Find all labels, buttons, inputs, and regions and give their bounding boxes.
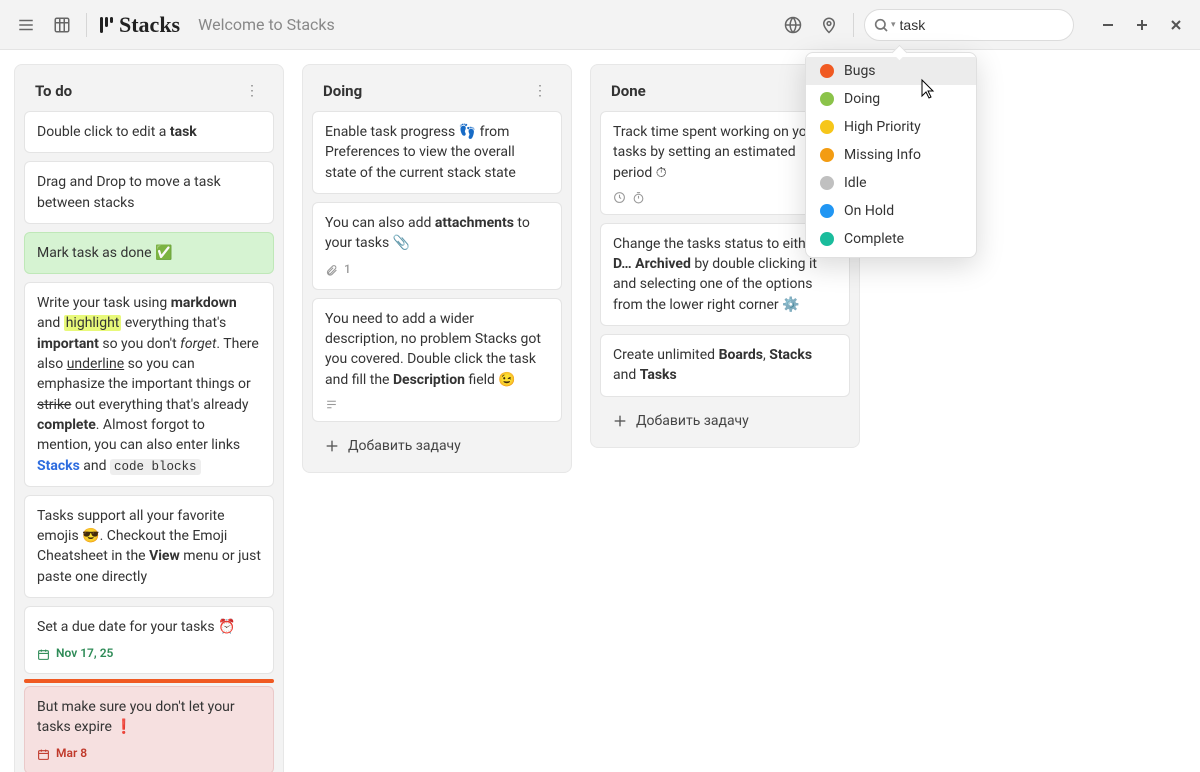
filter-option-label: High Priority bbox=[844, 119, 921, 135]
maximize-button[interactable] bbox=[1130, 13, 1154, 37]
filter-option[interactable]: Complete bbox=[806, 225, 976, 253]
tag-dot-icon bbox=[820, 176, 834, 190]
filter-option-label: Bugs bbox=[844, 63, 876, 79]
divider bbox=[853, 13, 854, 37]
task-card[interactable]: Enable task progress 👣 from Preferences … bbox=[312, 111, 562, 194]
stopwatch-icon bbox=[632, 191, 645, 204]
filter-option[interactable]: Idle bbox=[806, 169, 976, 197]
stack-menu-button[interactable]: ⋮ bbox=[527, 81, 553, 101]
tag-dot-icon bbox=[820, 92, 834, 106]
minimize-button[interactable] bbox=[1096, 13, 1120, 37]
divider bbox=[86, 13, 87, 37]
board-view-button[interactable] bbox=[48, 11, 76, 39]
app-logo: Stacks bbox=[99, 12, 180, 38]
filter-option[interactable]: On Hold bbox=[806, 197, 976, 225]
clock-icon bbox=[613, 191, 626, 204]
stack-title: Doing bbox=[323, 82, 362, 100]
top-bar: Stacks Welcome to Stacks ▾ bbox=[0, 0, 1200, 50]
stack-doing: Doing ⋮ Enable task progress 👣 from Pref… bbox=[302, 64, 572, 473]
stack-title: Done bbox=[611, 82, 646, 100]
search-icon bbox=[873, 17, 889, 33]
filter-option-label: On Hold bbox=[844, 203, 894, 219]
calendar-icon bbox=[37, 648, 50, 661]
text-icon bbox=[325, 398, 338, 411]
window-controls bbox=[1096, 13, 1188, 37]
search-box[interactable]: ▾ bbox=[864, 9, 1074, 41]
tag-dot-icon bbox=[820, 148, 834, 162]
search-filter-dropdown: Bugs Doing High Priority Missing Info Idle On… bbox=[805, 52, 977, 258]
tag-dot-icon bbox=[820, 232, 834, 246]
menu-button[interactable] bbox=[12, 11, 40, 39]
task-card[interactable]: Set a due date for your tasks ⏰ Nov 17, … bbox=[24, 606, 274, 674]
filter-option-label: Missing Info bbox=[844, 147, 921, 163]
plus-icon bbox=[612, 413, 628, 429]
filter-option[interactable]: Missing Info bbox=[806, 141, 976, 169]
time-badge bbox=[613, 191, 837, 204]
board-title: Welcome to Stacks bbox=[198, 15, 335, 34]
location-button[interactable] bbox=[815, 11, 843, 39]
task-card[interactable]: Write your task using markdown and highl… bbox=[24, 282, 274, 487]
calendar-icon bbox=[37, 748, 50, 761]
filter-option-label: Doing bbox=[844, 91, 880, 107]
globe-button[interactable] bbox=[779, 11, 807, 39]
filter-option[interactable]: Bugs bbox=[806, 57, 976, 85]
task-card[interactable]: But make sure you don't let your tasks e… bbox=[24, 686, 274, 772]
task-card[interactable]: You need to add a wider description, no … bbox=[312, 298, 562, 422]
task-card[interactable]: You can also add attachments to your tas… bbox=[312, 202, 562, 290]
due-date-badge: Mar 8 bbox=[37, 745, 261, 762]
task-card[interactable]: Double click to edit a task bbox=[24, 111, 274, 153]
chevron-down-icon[interactable]: ▾ bbox=[891, 20, 896, 30]
stack-menu-button[interactable]: ⋮ bbox=[239, 81, 265, 101]
task-card[interactable]: Drag and Drop to move a task between sta… bbox=[24, 161, 274, 224]
kanban-board: To do ⋮ Double click to edit a task Drag… bbox=[0, 50, 1200, 772]
tag-dot-icon bbox=[820, 64, 834, 78]
task-card[interactable]: Mark task as done ✅ bbox=[24, 232, 274, 274]
logo-text: Stacks bbox=[119, 12, 180, 38]
attachment-badge: 1 bbox=[325, 261, 549, 278]
stack-title: To do bbox=[35, 82, 72, 100]
logo-mark-icon bbox=[99, 16, 115, 34]
filter-option-label: Complete bbox=[844, 231, 904, 247]
close-button[interactable] bbox=[1164, 13, 1188, 37]
task-card[interactable]: Create unlimited Boards, Stacks and Task… bbox=[600, 334, 850, 397]
description-badge bbox=[325, 398, 549, 411]
paperclip-icon bbox=[325, 264, 338, 277]
due-date-badge: Nov 17, 25 bbox=[37, 645, 261, 662]
add-task-button[interactable]: Добавить задачу bbox=[600, 405, 850, 437]
tag-dot-icon bbox=[820, 204, 834, 218]
search-input[interactable] bbox=[900, 17, 1081, 33]
tag-dot-icon bbox=[820, 120, 834, 134]
stack-todo: To do ⋮ Double click to edit a task Drag… bbox=[14, 64, 284, 772]
task-card[interactable]: Tasks support all your favorite emojis 😎… bbox=[24, 495, 274, 598]
plus-icon bbox=[324, 438, 340, 454]
filter-option-label: Idle bbox=[844, 175, 867, 191]
filter-option[interactable]: Doing bbox=[806, 85, 976, 113]
add-task-button[interactable]: Добавить задачу bbox=[312, 430, 562, 462]
filter-option[interactable]: High Priority bbox=[806, 113, 976, 141]
